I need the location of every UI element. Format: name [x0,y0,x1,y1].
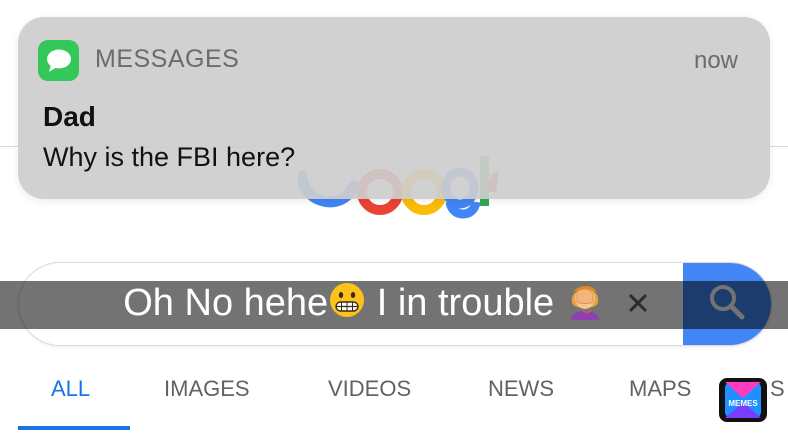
notification-app-name: MESSAGES [95,45,240,73]
tab-images[interactable]: IMAGES [164,376,250,402]
memes-logo-text: MEMES [728,399,758,408]
message-notification[interactable]: MESSAGES now Dad Why is the FBI here? [18,17,770,199]
tab-all[interactable]: ALL [51,376,90,402]
active-tab-indicator [18,426,130,430]
notification-sender: Dad [43,101,96,132]
memes-logo: MEMES [719,378,767,422]
tab-news[interactable]: NEWS [488,376,554,402]
tab-more-partial[interactable]: S [770,376,785,402]
notification-time: now [693,47,738,74]
woman-facepalming-icon [565,280,605,330]
caption-bar: Oh No hehe I in trouble [0,281,788,329]
tab-maps[interactable]: MAPS [629,376,691,402]
messages-app-icon [38,40,79,81]
grimacing-face-icon [328,281,366,329]
caption-text: Oh No hehe I in trouble [123,280,604,330]
tab-videos[interactable]: VIDEOS [328,376,411,402]
notification-message: Why is the FBI here? [43,142,296,172]
search-tabs: ALL IMAGES VIDEOS NEWS MAPS S [0,368,788,428]
